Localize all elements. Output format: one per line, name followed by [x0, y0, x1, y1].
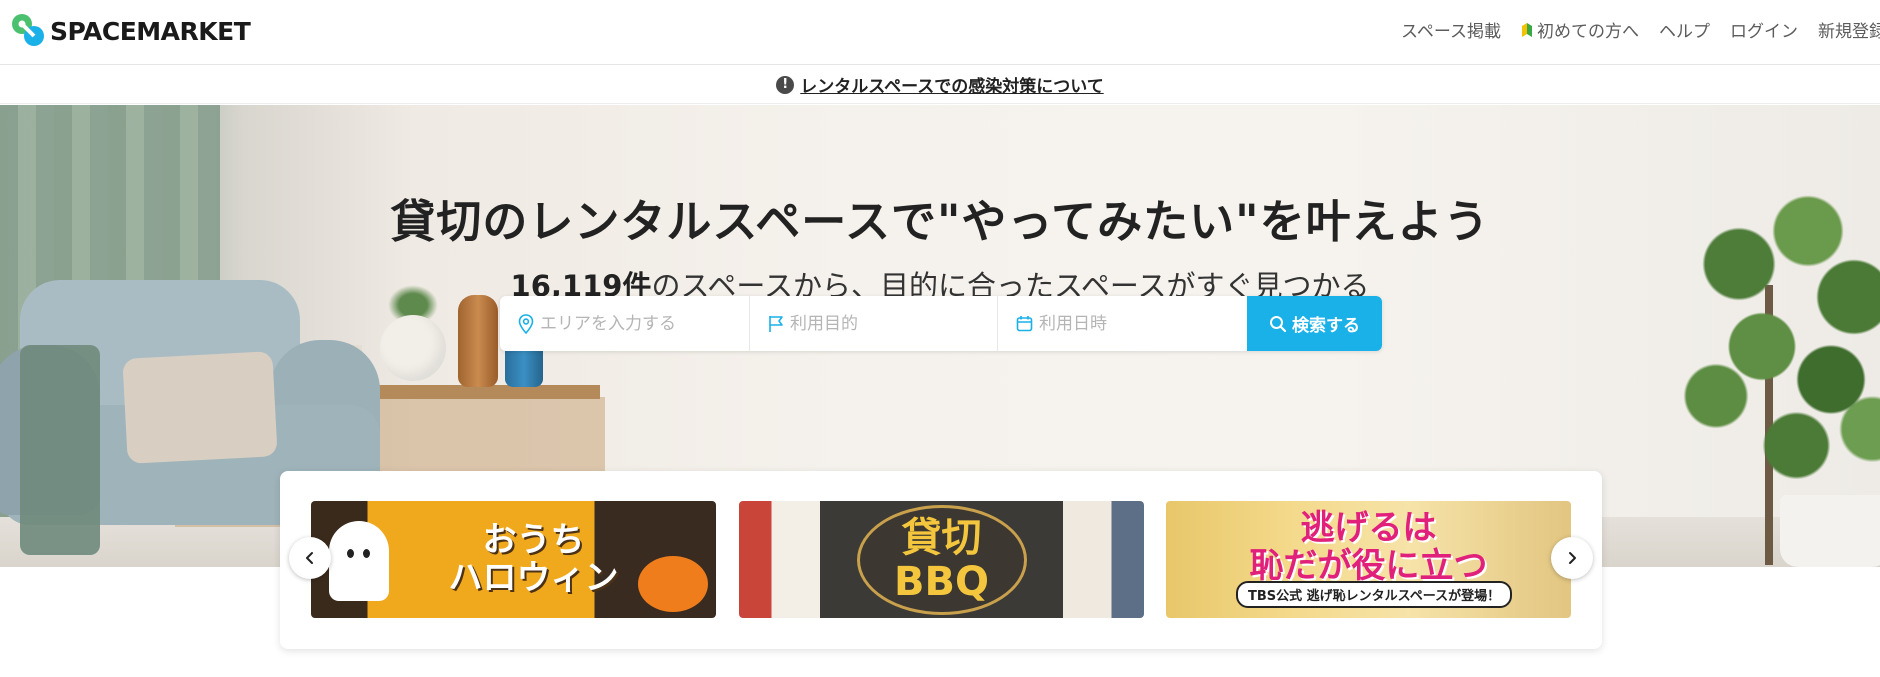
tree-pot-decoration [1780, 495, 1880, 567]
banner-halloween-line1: おうち [482, 520, 585, 561]
banner-halloween[interactable]: おうち ハロウィン [311, 501, 716, 618]
infection-control-link[interactable]: レンタルスペースでの感染対策について [800, 72, 1103, 97]
purpose-field[interactable] [750, 296, 998, 351]
area-field[interactable] [500, 296, 750, 351]
nav-signup[interactable]: 新規登録 [1818, 17, 1880, 42]
search-button-label: 検索する [1292, 316, 1360, 336]
chevron-left-icon [306, 552, 313, 564]
banner-nigehaji-line2: 恥だが役に立つ [1249, 545, 1488, 586]
ghost-illustration [329, 521, 389, 601]
search-icon [1270, 315, 1287, 332]
banner-nigehaji-tag: TBS公式 逃げ恥レンタルスペースが登場！ [1236, 581, 1513, 608]
notice-bar: ! レンタルスペースでの感染対策について [0, 66, 1880, 104]
logo-text: SPACEMARKET [50, 16, 251, 46]
banner-bbq-title: 貸切 BBQ [894, 516, 989, 604]
banner-nigehaji-line1: 逃げるは [1300, 508, 1437, 549]
banner-carousel: おうち ハロウィン 貸切 BBQ 逃げるは 恥だが役に立つ TBS公式 逃げ恥レ… [280, 471, 1602, 649]
nav-list-space[interactable]: スペース掲載 [1401, 17, 1501, 42]
banner-bbq-line2: BBQ [894, 558, 989, 605]
banner-nigehaji[interactable]: 逃げるは 恥だが役に立つ TBS公式 逃げ恥レンタルスペースが登場！ [1166, 501, 1571, 618]
banner-halloween-title: おうち ハロウィン [448, 520, 619, 598]
beginner-mark-icon [1522, 22, 1532, 37]
nav-beginners-label: 初めての方へ [1537, 22, 1639, 42]
white-pot-decoration [380, 315, 446, 381]
carousel-next-button[interactable] [1551, 537, 1593, 579]
banner-bbq[interactable]: 貸切 BBQ [739, 501, 1144, 618]
date-input[interactable] [1039, 313, 1219, 334]
header-nav: スペース掲載 初めての方へ ヘルプ ログイン 新規登録 [1381, 17, 1880, 42]
banner-nigehaji-title: 逃げるは 恥だが役に立つ [1249, 508, 1488, 586]
throw-blanket-decoration [20, 345, 100, 555]
pillow-decoration [122, 351, 278, 464]
banner-bbq-frame: 貸切 BBQ [856, 504, 1027, 615]
carousel-prev-button[interactable] [289, 537, 331, 579]
logo-icon [12, 14, 44, 46]
area-input[interactable] [540, 313, 720, 334]
hero-title: 貸切のレンタルスペースで"やってみたい"を叶えよう [390, 195, 1490, 248]
logo[interactable]: SPACEMARKET [10, 12, 251, 50]
banner-halloween-line2: ハロウィン [448, 557, 619, 598]
pumpkin-illustration [638, 556, 708, 612]
chevron-right-icon [1569, 552, 1576, 564]
purpose-input[interactable] [790, 313, 970, 334]
search-bar: 検索する [500, 296, 1382, 351]
flag-icon [769, 315, 783, 332]
date-field[interactable] [998, 296, 1247, 351]
nav-beginners[interactable]: 初めての方へ [1521, 17, 1639, 42]
search-button[interactable]: 検索する [1247, 296, 1382, 351]
calendar-icon [1016, 316, 1033, 332]
exclamation-icon: ! [776, 75, 795, 94]
location-pin-icon [518, 313, 534, 334]
banner-bbq-line1: 貸切 [901, 514, 982, 561]
brown-vase-decoration [458, 295, 498, 387]
site-header: SPACEMARKET スペース掲載 初めての方へ ヘルプ ログイン 新規登録 [0, 0, 1880, 65]
nav-login[interactable]: ログイン [1730, 17, 1798, 42]
nav-help[interactable]: ヘルプ [1659, 17, 1710, 42]
